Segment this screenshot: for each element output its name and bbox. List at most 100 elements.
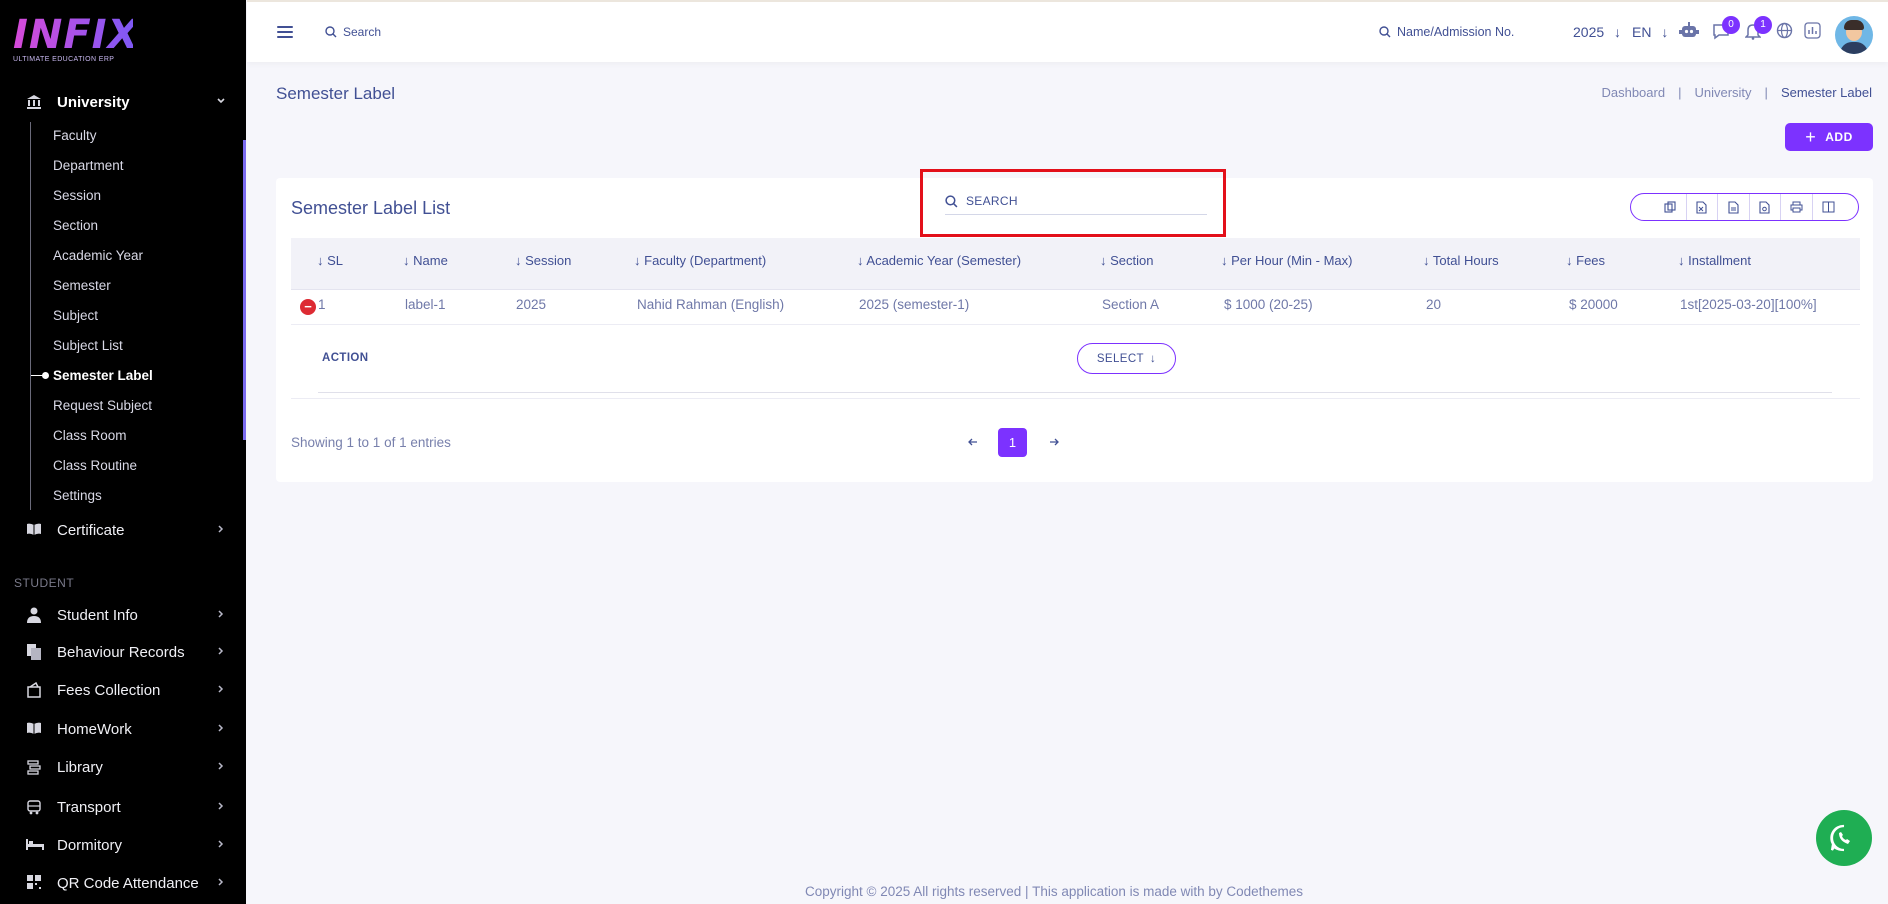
sidebar-subitem-class-routine[interactable]: Class Routine (53, 458, 137, 473)
wallet-icon (26, 681, 42, 698)
cell-faculty: Nahid Rahman (English) (637, 297, 785, 312)
columns-icon[interactable] (1813, 194, 1845, 220)
column-fees[interactable]: ↓ Fees (1566, 253, 1605, 268)
bed-icon (26, 837, 44, 853)
chevron-right-icon (216, 524, 226, 537)
add-button-label: ADD (1825, 130, 1853, 144)
avatar[interactable] (1835, 16, 1873, 54)
sidebar-item-university[interactable]: University (0, 86, 246, 118)
sidebar-item-label: Library (57, 758, 103, 776)
sidebar-subitem-request-subject[interactable]: Request Subject (53, 398, 152, 413)
pdf-icon[interactable] (1750, 194, 1781, 220)
column-academic-year[interactable]: ↓ Academic Year (Semester) (857, 253, 1021, 268)
sidebar-item-fees-collection[interactable]: Fees Collection (0, 674, 246, 706)
column-session[interactable]: ↓ Session (515, 253, 571, 268)
sidebar-item-label: Certificate (57, 521, 125, 539)
search-icon (325, 26, 337, 38)
sidebar-subitem-subject[interactable]: Subject (53, 308, 98, 323)
chevron-right-icon (216, 609, 226, 622)
sidebar-subitem-academic-year[interactable]: Academic Year (53, 248, 143, 263)
book-icon (26, 522, 42, 538)
robot-icon[interactable] (1679, 22, 1699, 42)
column-name[interactable]: ↓ Name (403, 253, 448, 268)
add-button[interactable]: + ADD (1785, 123, 1873, 151)
chevron-right-icon (216, 646, 226, 659)
breadcrumb-university[interactable]: University (1694, 85, 1751, 100)
sidebar-subitem-section[interactable]: Section (53, 218, 98, 233)
year-selector[interactable]: 2025 ↓ (1573, 24, 1621, 40)
user-icon (26, 607, 42, 623)
excel-icon[interactable] (1687, 194, 1718, 220)
globe-icon[interactable] (1774, 22, 1794, 42)
column-installment[interactable]: ↓ Installment (1678, 253, 1751, 268)
bus-icon (26, 799, 42, 815)
sidebar-subitem-settings[interactable]: Settings (53, 488, 102, 503)
sidebar-subitem-department[interactable]: Department (53, 158, 124, 173)
page-number-current[interactable]: 1 (998, 428, 1027, 457)
chevron-right-icon (216, 723, 226, 736)
sidebar-item-homework[interactable]: HomeWork (0, 713, 246, 745)
cell-name: label-1 (405, 297, 446, 312)
search-icon (945, 195, 958, 208)
chart-icon[interactable] (1802, 22, 1822, 42)
sidebar-item-library[interactable]: Library (0, 751, 246, 783)
csv-icon[interactable] (1718, 194, 1750, 220)
logo-text: INFIX (13, 12, 140, 58)
chevron-right-icon (216, 801, 226, 814)
sidebar-subitem-semester-label[interactable]: Semester Label (53, 368, 153, 383)
column-faculty[interactable]: ↓ Faculty (Department) (634, 253, 766, 268)
search-icon (1379, 26, 1391, 38)
action-select-button[interactable]: SELECT ↓ (1077, 343, 1176, 374)
copy-icon[interactable] (1655, 194, 1687, 220)
menu-toggle-icon[interactable] (277, 26, 293, 38)
cell-total-hours: 20 (1426, 297, 1442, 312)
footer-copyright: Copyright © 2025 All rights reserved | T… (805, 884, 1303, 899)
table-search-highlight: SEARCH (920, 169, 1226, 237)
chevron-down-icon (216, 96, 226, 109)
cell-per-hour: $ 1000 (20-25) (1224, 297, 1313, 312)
bank-icon (26, 94, 42, 110)
language-value: EN (1632, 24, 1652, 40)
cell-fees: $ 20000 (1569, 297, 1618, 312)
admission-search[interactable]: Name/Admission No. (1379, 25, 1514, 39)
qr-icon (26, 875, 42, 891)
language-selector[interactable]: EN ↓ (1632, 24, 1668, 40)
cell-session: 2025 (516, 297, 547, 312)
sidebar-item-label: Dormitory (57, 836, 123, 854)
sidebar-item-certificate[interactable]: Certificate (0, 514, 246, 546)
export-toolbar (1630, 193, 1859, 221)
collapse-row-icon[interactable]: − (300, 299, 316, 315)
sidebar-subitem-class-room[interactable]: Class Room (53, 428, 127, 443)
whatsapp-icon[interactable] (1816, 810, 1872, 866)
prev-page-icon[interactable] (968, 434, 978, 451)
table-search-input[interactable]: SEARCH (945, 194, 1207, 215)
next-page-icon[interactable] (1049, 434, 1059, 451)
select-label: SELECT (1096, 352, 1144, 365)
sidebar-section-student: STUDENT (14, 576, 75, 590)
sidebar-subitem-semester[interactable]: Semester (53, 278, 111, 293)
sidebar-scrollbar[interactable] (243, 140, 246, 440)
sidebar-subitem-session[interactable]: Session (53, 188, 101, 203)
sidebar-item-qr-code-attendance[interactable]: QR Code Attendance (0, 867, 246, 899)
sidebar-subitem-subject-list[interactable]: Subject List (53, 338, 123, 353)
sidebar-item-student-info[interactable]: Student Info (0, 599, 246, 631)
sidebar-item-label: HomeWork (57, 720, 132, 738)
breadcrumb-dashboard[interactable]: Dashboard (1601, 85, 1665, 100)
print-icon[interactable] (1781, 194, 1813, 220)
column-total-hours[interactable]: ↓ Total Hours (1423, 253, 1499, 268)
year-value: 2025 (1573, 24, 1605, 40)
admission-search-label: Name/Admission No. (1397, 25, 1515, 39)
column-sl[interactable]: ↓ SL (317, 253, 343, 268)
column-section[interactable]: ↓ Section (1100, 253, 1154, 268)
sidebar-item-label: Behaviour Records (57, 643, 185, 661)
column-per-hour[interactable]: ↓ Per Hour (Min - Max) (1221, 253, 1352, 268)
sidebar-subitem-faculty[interactable]: Faculty (53, 128, 97, 143)
global-search[interactable]: Search (325, 25, 381, 39)
chevron-right-icon (216, 877, 226, 890)
arrow-down-icon: ↓ (1661, 24, 1669, 40)
sidebar-item-dormitory[interactable]: Dormitory (0, 829, 246, 861)
sidebar-item-behaviour-records[interactable]: Behaviour Records (0, 636, 246, 668)
cell-installment: 1st[2025-03-20][100%] (1680, 297, 1817, 312)
sidebar-item-transport[interactable]: Transport (0, 791, 246, 823)
logo[interactable]: INFIX ULTIMATE EDUCATION ERP (13, 12, 140, 68)
